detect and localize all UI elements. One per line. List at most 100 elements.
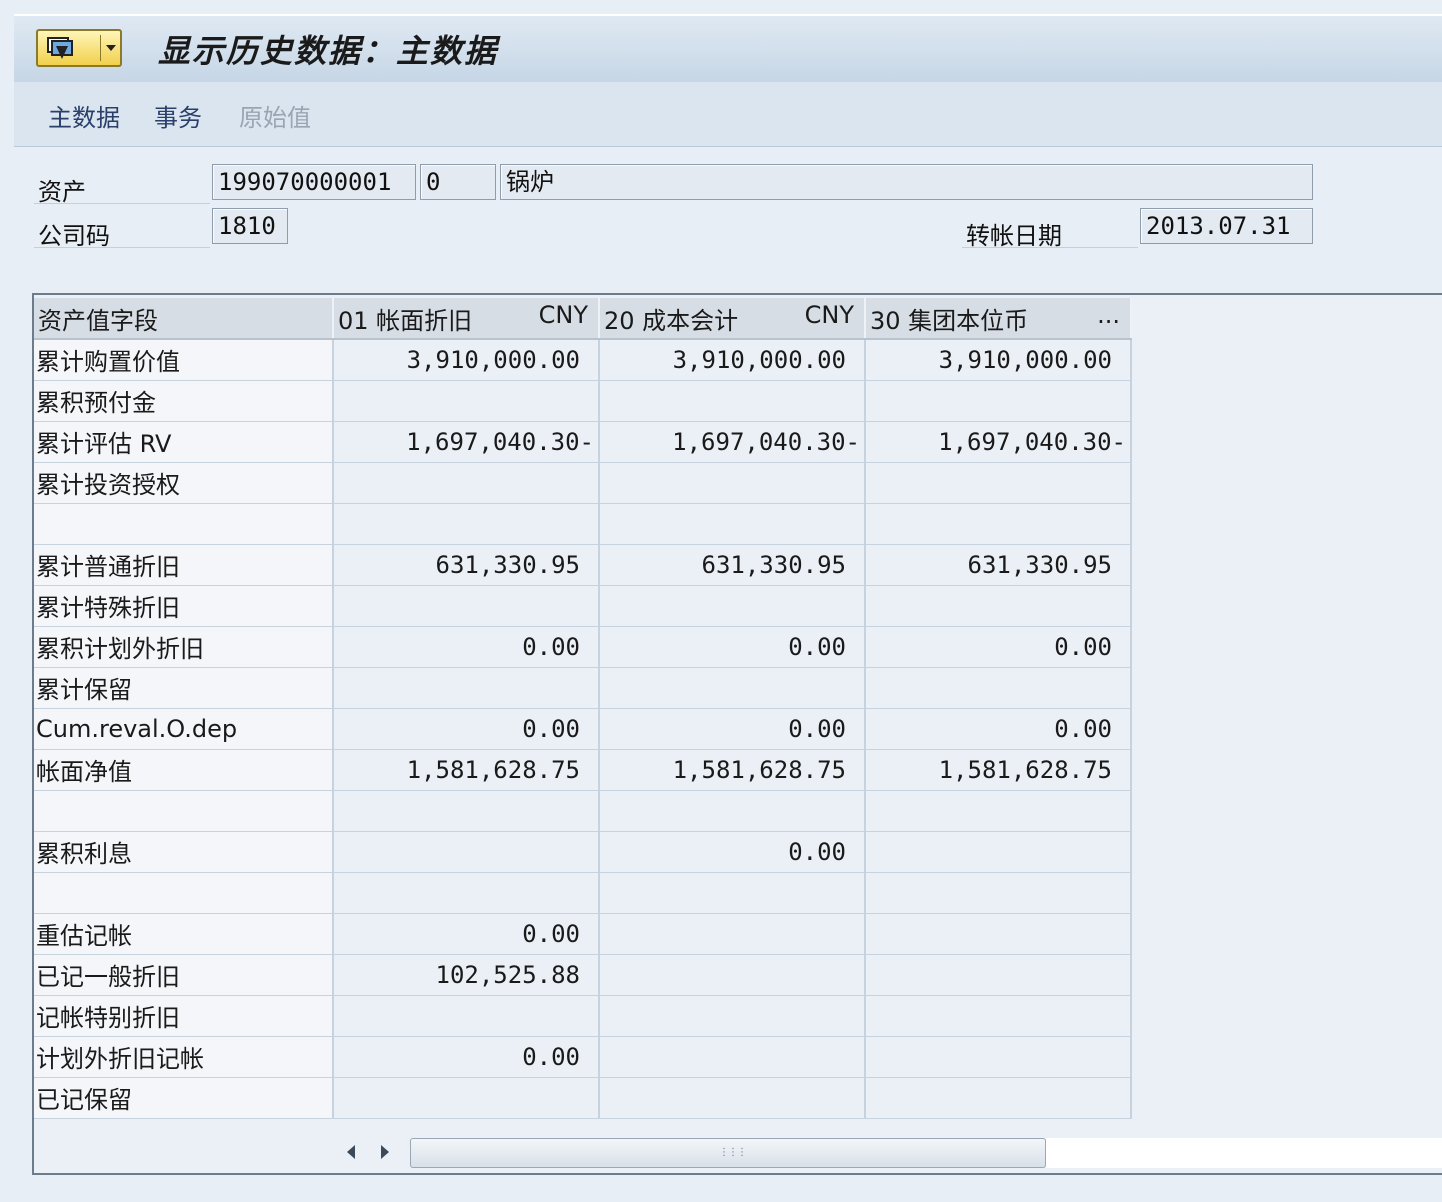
row-field-name (34, 503, 334, 545)
toolbar-master-data-button[interactable]: 主数据 (48, 98, 120, 133)
row-value-cell[interactable]: 0.00 (333, 1036, 600, 1078)
row-value-cell[interactable]: 631,330.95 (865, 544, 1132, 586)
row-value-cell[interactable] (599, 954, 866, 996)
row-value-cell[interactable]: 1,697,040.30- (333, 421, 600, 463)
row-value-cell[interactable]: 631,330.95 (599, 544, 866, 586)
row-value-cell[interactable] (599, 667, 866, 709)
asset-number-field[interactable]: 199070000001 (212, 164, 416, 200)
row-value-cell[interactable] (333, 790, 600, 832)
row-value-cell[interactable]: 3,910,000.00 (865, 339, 1132, 381)
column-header-area-20[interactable]: 20 成本会计 CNY (599, 298, 866, 340)
row-value-cell[interactable]: 0.00 (599, 831, 866, 873)
row-value-cell[interactable] (865, 872, 1132, 914)
row-value-cell[interactable]: 1,697,040.30- (599, 421, 866, 463)
application-toolbar: 主数据 事务 原始值 (14, 82, 1442, 147)
scroll-left-button[interactable] (336, 1138, 366, 1166)
row-value-cell[interactable]: 3,910,000.00 (333, 339, 600, 381)
column-header-area-30[interactable]: 30 集团本位币... (865, 298, 1132, 340)
row-value-cell[interactable] (865, 831, 1132, 873)
row-value-cell[interactable] (865, 585, 1132, 627)
row-value-cell[interactable] (865, 667, 1132, 709)
table-row[interactable]: 计划外折旧记帐 0.00 (34, 1036, 1132, 1078)
table-row[interactable]: 累计特殊折旧 (34, 585, 1132, 627)
asset-label-underline (34, 203, 210, 204)
row-value-cell[interactable] (333, 872, 600, 914)
row-value-cell[interactable] (865, 954, 1132, 996)
table-row[interactable]: 累计投资授权 (34, 462, 1132, 504)
row-value-cell[interactable] (865, 503, 1132, 545)
row-value-cell[interactable]: 1,697,040.30- (865, 421, 1132, 463)
row-value-cell[interactable] (333, 831, 600, 873)
row-value-cell[interactable] (865, 1036, 1132, 1078)
row-value-cell[interactable] (865, 1077, 1132, 1119)
row-value-cell[interactable]: 102,525.88 (333, 954, 600, 996)
row-value-cell[interactable]: 1,581,628.75 (865, 749, 1132, 791)
row-value-cell[interactable]: 3,910,000.00 (599, 339, 866, 381)
row-value-cell[interactable] (599, 380, 866, 422)
table-row[interactable] (34, 503, 1132, 545)
row-value-cell[interactable] (599, 913, 866, 955)
row-value-cell[interactable]: 0.00 (865, 626, 1132, 668)
horizontal-scrollbar-thumb[interactable]: ⋮⋮⋮ (410, 1138, 1046, 1168)
system-menu-button[interactable] (36, 29, 122, 67)
row-value-cell[interactable] (333, 1077, 600, 1119)
row-value-cell[interactable] (599, 872, 866, 914)
asset-subnumber-field[interactable]: 0 (420, 164, 496, 200)
row-value-cell[interactable] (599, 503, 866, 545)
row-value-cell[interactable]: 0.00 (865, 708, 1132, 750)
row-value-cell[interactable] (599, 585, 866, 627)
chevron-down-icon (106, 45, 116, 51)
row-value-cell[interactable] (333, 380, 600, 422)
table-row[interactable]: 记帐特别折旧 (34, 995, 1132, 1037)
table-row[interactable]: 累计保留 (34, 667, 1132, 709)
column-header-field[interactable]: 资产值字段 (34, 298, 334, 340)
table-row[interactable]: 累积预付金 (34, 380, 1132, 422)
scrollbar-track-rest[interactable] (1046, 1138, 1442, 1168)
toolbar-transactions-button[interactable]: 事务 (154, 98, 202, 133)
row-value-cell[interactable]: 0.00 (599, 626, 866, 668)
table-row[interactable] (34, 790, 1132, 832)
row-value-cell[interactable]: 0.00 (333, 626, 600, 668)
row-value-cell[interactable] (599, 1036, 866, 1078)
row-value-cell[interactable]: 1,581,628.75 (333, 749, 600, 791)
row-field-name: 计划外折旧记帐 (34, 1036, 334, 1078)
row-value-cell[interactable]: 0.00 (599, 708, 866, 750)
row-value-cell[interactable] (333, 462, 600, 504)
table-row[interactable]: 累计普通折旧 631,330.95 631,330.95 631,330.95 (34, 544, 1132, 586)
row-value-cell[interactable] (333, 667, 600, 709)
table-row[interactable]: Cum.reval.O.dep 0.00 0.00 0.00 (34, 708, 1132, 750)
row-value-cell[interactable] (599, 790, 866, 832)
row-value-cell[interactable] (865, 995, 1132, 1037)
table-row[interactable]: 已记一般折旧 102,525.88 (34, 954, 1132, 996)
posting-date-field[interactable]: 2013.07.31 (1140, 208, 1313, 244)
toolbar-original-value-button[interactable]: 原始值 (239, 98, 311, 133)
row-value-cell[interactable] (333, 585, 600, 627)
row-value-cell[interactable] (865, 462, 1132, 504)
scroll-right-button[interactable] (370, 1138, 400, 1166)
table-row[interactable]: 累积利息 0.00 (34, 831, 1132, 873)
row-value-cell[interactable] (865, 913, 1132, 955)
row-value-cell[interactable]: 0.00 (333, 708, 600, 750)
row-value-cell[interactable] (333, 503, 600, 545)
table-row[interactable]: 累计购置价值 3,910,000.00 3,910,000.00 3,910,000.… (34, 339, 1132, 381)
row-value-cell[interactable] (599, 1077, 866, 1119)
row-field-name: 帐面净值 (34, 749, 334, 791)
table-row[interactable]: 重估记帐 0.00 (34, 913, 1132, 955)
row-value-cell[interactable]: 0.00 (333, 913, 600, 955)
company-code-field[interactable]: 1810 (212, 208, 288, 244)
table-row[interactable]: 已记保留 (34, 1077, 1132, 1119)
table-row[interactable]: 累计评估 RV 1,697,040.30- 1,697,040.30- 1,697,0… (34, 421, 1132, 463)
table-row[interactable] (34, 872, 1132, 914)
row-value-cell[interactable] (865, 380, 1132, 422)
table-row[interactable]: 累积计划外折旧 0.00 0.00 0.00 (34, 626, 1132, 668)
row-field-name (34, 790, 334, 832)
row-value-cell[interactable] (599, 995, 866, 1037)
table-row[interactable]: 帐面净值 1,581,628.75 1,581,628.75 1,581,628.75 (34, 749, 1132, 791)
row-value-cell[interactable] (333, 995, 600, 1037)
row-value-cell[interactable]: 631,330.95 (333, 544, 600, 586)
row-value-cell[interactable] (865, 790, 1132, 832)
row-value-cell[interactable]: 1,581,628.75 (599, 749, 866, 791)
row-value-cell[interactable] (599, 462, 866, 504)
column-header-area-01[interactable]: 01 帐面折旧 CNY (333, 298, 600, 340)
asset-description-field[interactable]: 锅炉 (500, 164, 1313, 200)
